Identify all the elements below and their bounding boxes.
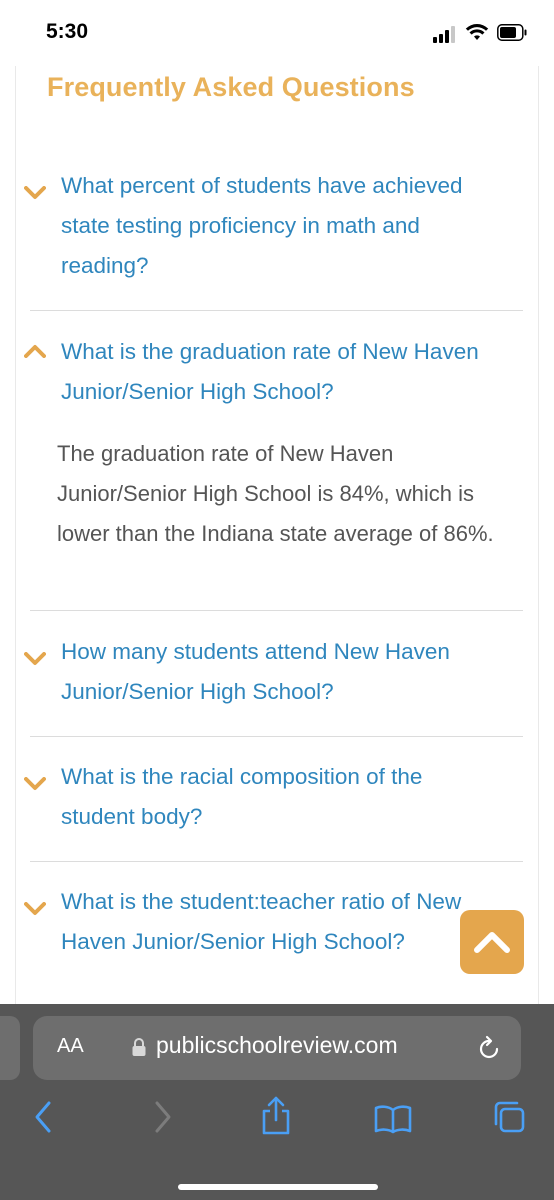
page-settings-button[interactable]: AA <box>57 1035 84 1058</box>
cellular-signal-icon <box>433 25 459 43</box>
url-text[interactable]: publicschoolreview.com <box>156 1032 398 1059</box>
status-time: 5:30 <box>46 20 89 43</box>
faq-question[interactable]: What percent of students have achieved s… <box>61 166 491 286</box>
browser-toolbar: AA publicschoolreview.com <box>0 1004 554 1200</box>
content-border-right <box>538 66 539 1004</box>
faq-question[interactable]: What is the racial composition of the st… <box>61 757 451 837</box>
faq-question[interactable]: What is the graduation rate of New Haven… <box>61 332 491 412</box>
home-indicator <box>178 1184 378 1190</box>
content-border-left <box>15 66 16 1004</box>
chevron-up-icon <box>24 345 46 358</box>
divider <box>30 736 523 737</box>
faq-question[interactable]: How many students attend New Haven Junio… <box>61 632 491 712</box>
chevron-down-icon <box>24 902 46 915</box>
lock-icon <box>132 1038 146 1056</box>
divider <box>30 610 523 611</box>
bookmarks-icon[interactable] <box>374 1104 412 1134</box>
chevron-up-icon <box>474 932 510 953</box>
page-content[interactable]: Frequently Asked Questions What percent … <box>0 66 554 1004</box>
divider <box>30 310 523 311</box>
battery-icon <box>497 24 527 41</box>
chevron-down-icon <box>24 777 46 790</box>
share-icon[interactable] <box>259 1096 293 1136</box>
status-bar: 5:30 <box>0 0 554 66</box>
wifi-icon <box>465 24 489 40</box>
chevron-down-icon <box>24 186 46 199</box>
reload-icon[interactable] <box>477 1035 501 1061</box>
back-icon[interactable] <box>32 1100 54 1134</box>
forward-icon[interactable] <box>152 1100 174 1134</box>
faq-heading: Frequently Asked Questions <box>47 72 415 102</box>
previous-tab-address-bar[interactable] <box>0 1016 20 1080</box>
scroll-to-top-button[interactable] <box>460 910 524 974</box>
faq-answer: The graduation rate of New Haven Junior/… <box>57 441 494 546</box>
faq-question[interactable]: What is the student:teacher ratio of New… <box>61 882 481 962</box>
tabs-icon[interactable] <box>492 1100 526 1134</box>
chevron-down-icon <box>24 652 46 665</box>
divider <box>30 861 523 862</box>
address-bar[interactable]: AA publicschoolreview.com <box>33 1016 521 1080</box>
